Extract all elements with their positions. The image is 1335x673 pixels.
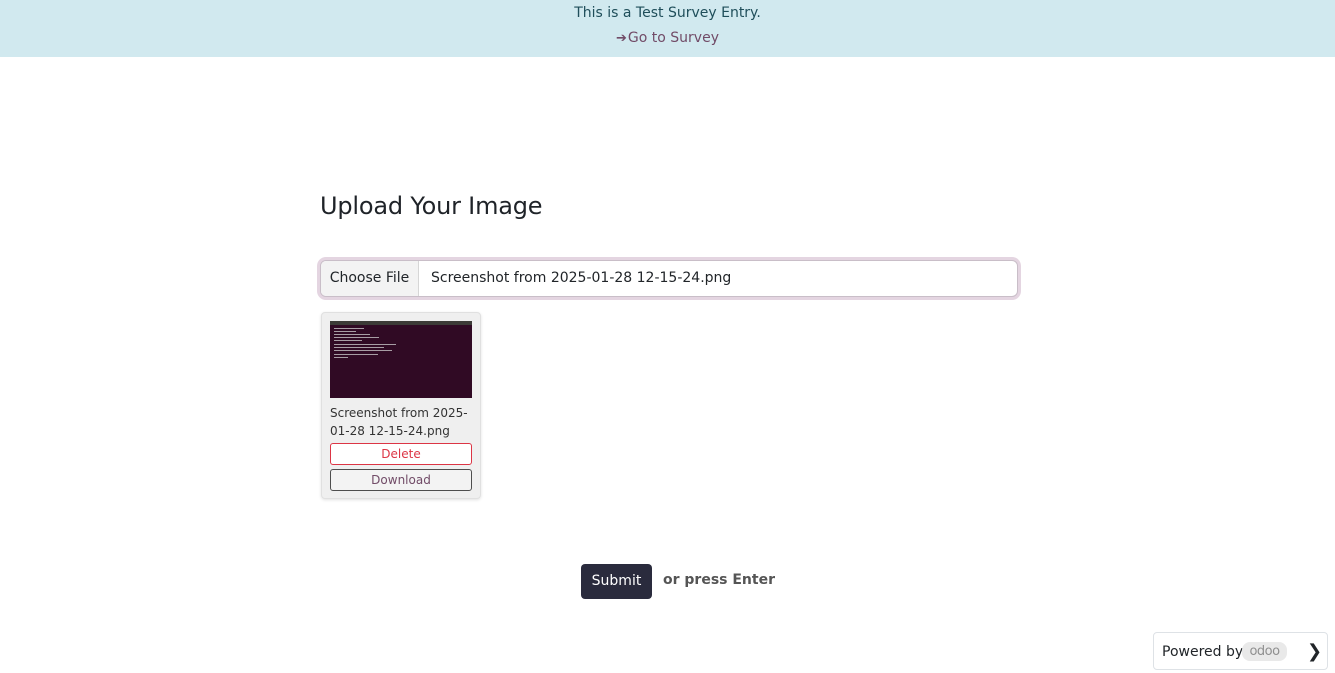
chevron-right-icon[interactable]: ❯ — [1307, 642, 1322, 662]
thumbnail-text-line — [334, 347, 384, 348]
thumbnail-text-line — [334, 350, 392, 351]
press-enter-hint: or press Enter — [663, 572, 775, 588]
choose-file-button[interactable]: Choose File — [321, 261, 419, 296]
odoo-logo: odoo — [1242, 642, 1287, 661]
go-to-survey-link[interactable]: ➔Go to Survey — [0, 29, 1335, 48]
uploaded-file-card: Screenshot from 2025-01-28 12-15-24.png … — [321, 312, 481, 499]
powered-by-odoo-widget[interactable]: Powered by odoo ❯ — [1153, 632, 1328, 670]
thumbnail-text-line — [334, 328, 364, 329]
thumbnail-text-line — [334, 354, 378, 355]
submit-button[interactable]: Submit — [581, 564, 652, 599]
go-to-survey-label: Go to Survey — [627, 30, 719, 46]
banner-message: This is a Test Survey Entry. — [574, 5, 761, 21]
thumbnail-text-line — [334, 340, 362, 341]
thumbnail-text-line — [334, 331, 356, 332]
download-file-button[interactable]: Download — [330, 469, 472, 491]
thumbnail-text-line — [334, 344, 396, 345]
thumbnail-text-line — [334, 337, 379, 338]
file-upload-input[interactable]: Choose File Screenshot from 2025-01-28 1… — [320, 260, 1018, 297]
thumbnail-text-line — [334, 334, 370, 335]
delete-file-button[interactable]: Delete — [330, 443, 472, 465]
powered-by-label: Powered by — [1162, 644, 1244, 660]
selected-file-name: Screenshot from 2025-01-28 12-15-24.png — [431, 270, 732, 286]
image-thumbnail[interactable] — [330, 321, 472, 398]
thumbnail-titlebar — [330, 321, 472, 325]
test-survey-banner: This is a Test Survey Entry. ➔Go to Surv… — [0, 0, 1335, 57]
question-title: Upload Your Image — [320, 192, 543, 220]
thumbnail-text-line — [334, 357, 348, 358]
arrow-right-icon: ➔ — [616, 31, 627, 46]
